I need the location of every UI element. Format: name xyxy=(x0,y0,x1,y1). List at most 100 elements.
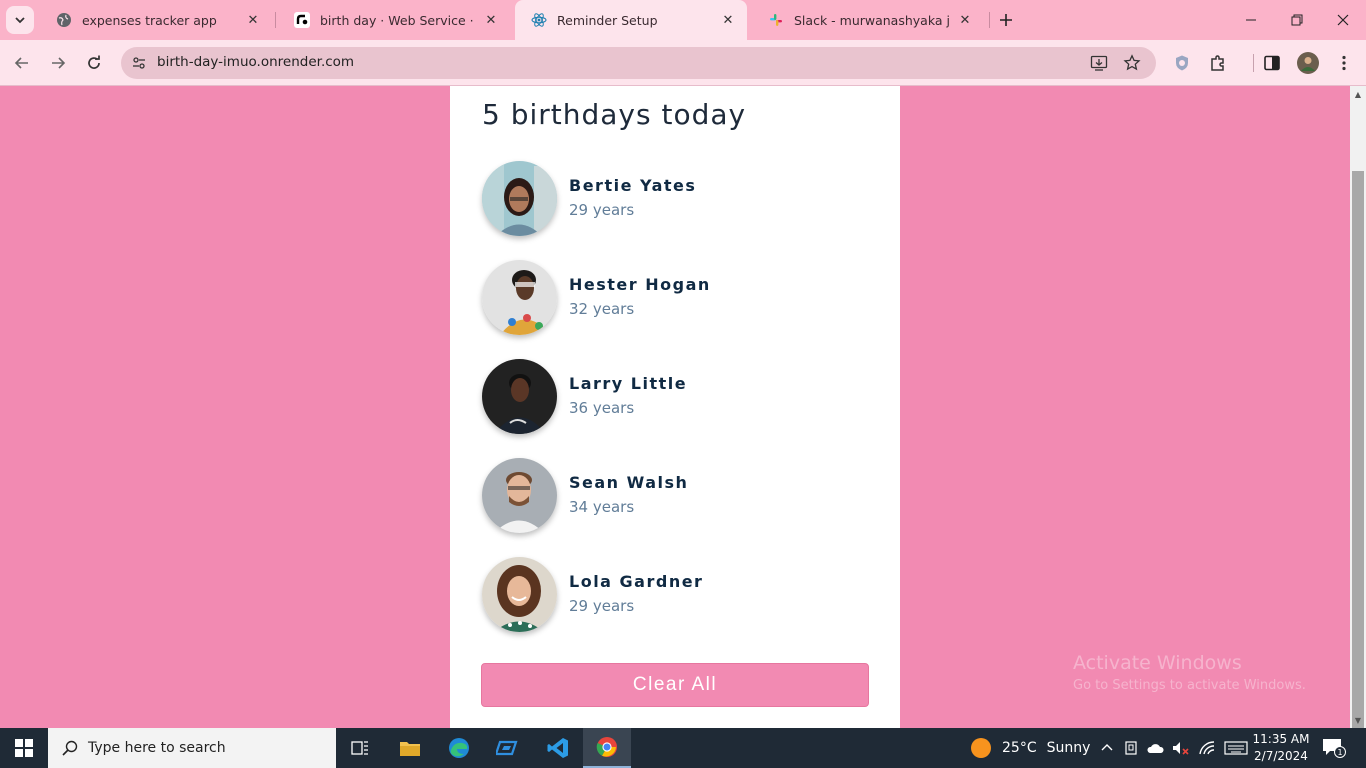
dev-tool-button[interactable] xyxy=(484,728,532,768)
person-name: Bertie Yates xyxy=(569,176,697,195)
vscode-button[interactable] xyxy=(534,728,582,768)
file-explorer-button[interactable] xyxy=(386,728,434,768)
wifi-icon[interactable] xyxy=(1198,740,1216,756)
taskbar-search-input[interactable]: Type here to search xyxy=(48,728,336,768)
birthday-card: 5 birthdays today Bertie Yates 29 years xyxy=(450,86,900,728)
weather-temp: 25°C xyxy=(1002,740,1037,756)
taskbar-clock[interactable]: 11:35 AM 2/7/2024 xyxy=(1250,731,1312,765)
restore-icon xyxy=(1291,14,1303,26)
close-icon xyxy=(1337,14,1349,26)
side-panel-icon[interactable] xyxy=(1261,52,1283,74)
page-scrollbar[interactable]: ▲ ▼ xyxy=(1350,86,1366,736)
forward-button[interactable] xyxy=(44,49,72,77)
plus-icon xyxy=(1000,14,1012,26)
task-view-button[interactable] xyxy=(336,728,384,768)
sun-icon xyxy=(971,738,991,758)
notification-icon: 1 xyxy=(1323,739,1346,758)
speaker-muted-icon[interactable] xyxy=(1172,740,1190,756)
minimize-icon xyxy=(1246,19,1256,21)
more-menu-icon[interactable] xyxy=(1333,52,1355,74)
start-button[interactable] xyxy=(0,728,48,768)
windows-logo-icon xyxy=(15,739,33,757)
search-icon xyxy=(62,740,78,756)
render-icon xyxy=(294,12,310,28)
tab-slack[interactable]: Slack - murwanashyaka jean claude ✕ xyxy=(752,0,984,40)
person-item: Hester Hogan 32 years xyxy=(482,260,842,336)
avatar xyxy=(482,161,557,236)
url-text[interactable]: birth-day-imuo.onrender.com xyxy=(157,54,354,70)
avatar xyxy=(482,458,557,533)
device-icon[interactable] xyxy=(1124,740,1138,756)
tab-title: Reminder Setup xyxy=(557,12,658,28)
slack-icon xyxy=(768,12,784,28)
vscode-icon xyxy=(547,738,568,758)
person-item: Sean Walsh 34 years xyxy=(482,458,842,534)
edge-icon xyxy=(449,738,469,758)
close-tab-icon[interactable]: ✕ xyxy=(482,11,500,29)
react-icon xyxy=(531,12,547,28)
tab-search-button[interactable] xyxy=(6,6,34,34)
restore-button[interactable] xyxy=(1274,0,1320,40)
reload-icon xyxy=(88,55,100,69)
clock-time: 11:35 AM xyxy=(1252,732,1310,746)
install-app-icon[interactable] xyxy=(1089,53,1109,73)
arrow-left-icon xyxy=(14,57,28,69)
back-button[interactable] xyxy=(8,49,36,77)
tab-render-service[interactable]: birth day · Web Service · Render ✕ xyxy=(278,0,510,40)
keyboard-icon[interactable] xyxy=(1224,741,1248,755)
search-placeholder: Type here to search xyxy=(88,740,226,756)
weather-widget[interactable]: 25°C Sunny xyxy=(970,728,1090,768)
avatar xyxy=(482,260,557,335)
person-name: Sean Walsh xyxy=(569,473,689,492)
task-view-icon xyxy=(351,741,368,755)
tab-strip: expenses tracker app ✕ birth day · Web S… xyxy=(0,0,1366,40)
chrome-button[interactable] xyxy=(583,728,631,768)
avatar xyxy=(482,359,557,434)
close-tab-icon[interactable]: ✕ xyxy=(244,11,262,29)
chevron-down-icon xyxy=(15,17,25,24)
reload-button[interactable] xyxy=(80,49,108,77)
clear-all-button[interactable]: Clear All xyxy=(481,663,869,707)
tab-title: birth day · Web Service · Render xyxy=(320,12,476,28)
site-info-icon[interactable] xyxy=(129,53,149,73)
page-title: 5 birthdays today xyxy=(482,98,747,131)
folder-icon xyxy=(400,742,420,756)
scroll-up-icon[interactable]: ▲ xyxy=(1350,86,1366,102)
close-tab-icon[interactable]: ✕ xyxy=(719,11,737,29)
close-window-button[interactable] xyxy=(1320,0,1366,40)
watermark-title: Activate Windows xyxy=(1073,652,1242,674)
minimize-button[interactable] xyxy=(1228,0,1274,40)
watermark-subtitle: Go to Settings to activate Windows. xyxy=(1073,678,1306,693)
extensions-puzzle-icon[interactable] xyxy=(1207,52,1229,74)
notification-center-button[interactable]: 1 xyxy=(1322,738,1346,762)
weather-text: Sunny xyxy=(1046,740,1091,756)
edge-browser-button[interactable] xyxy=(435,728,483,768)
bookmark-star-icon[interactable] xyxy=(1122,53,1142,73)
tab-title: Slack - murwanashyaka jean claude xyxy=(794,12,950,28)
person-age: 29 years xyxy=(569,201,635,219)
tab-expenses-tracker[interactable]: expenses tracker app ✕ xyxy=(40,0,272,40)
person-age: 36 years xyxy=(569,399,635,417)
taskbar: Type here to search 25°C Sunny 11:35 AM … xyxy=(0,728,1366,768)
close-tab-icon[interactable]: ✕ xyxy=(956,11,974,29)
person-name: Larry Little xyxy=(569,374,688,393)
person-age: 34 years xyxy=(569,498,635,516)
chevron-up-icon[interactable] xyxy=(1100,741,1114,755)
scrollbar-thumb[interactable] xyxy=(1352,171,1364,736)
activate-windows-watermark: Activate Windows Go to Settings to activ… xyxy=(1073,652,1306,693)
address-bar[interactable]: birth-day-imuo.onrender.com xyxy=(121,47,1156,79)
chrome-icon xyxy=(596,737,617,757)
tab-title: expenses tracker app xyxy=(82,12,217,28)
onedrive-cloud-icon[interactable] xyxy=(1146,741,1164,755)
scroll-down-icon[interactable]: ▼ xyxy=(1350,712,1366,728)
new-tab-button[interactable] xyxy=(994,8,1018,32)
person-item: Lola Gardner 29 years xyxy=(482,557,842,633)
person-age: 29 years xyxy=(569,597,635,615)
shield-extension-icon[interactable] xyxy=(1171,52,1193,74)
avatar xyxy=(482,557,557,632)
tab-reminder-setup[interactable]: Reminder Setup ✕ xyxy=(515,0,747,40)
person-name: Lola Gardner xyxy=(569,572,704,591)
person-item: Larry Little 36 years xyxy=(482,359,842,435)
profile-avatar-icon[interactable] xyxy=(1297,52,1319,74)
browser-toolbar: birth-day-imuo.onrender.com xyxy=(0,40,1366,86)
